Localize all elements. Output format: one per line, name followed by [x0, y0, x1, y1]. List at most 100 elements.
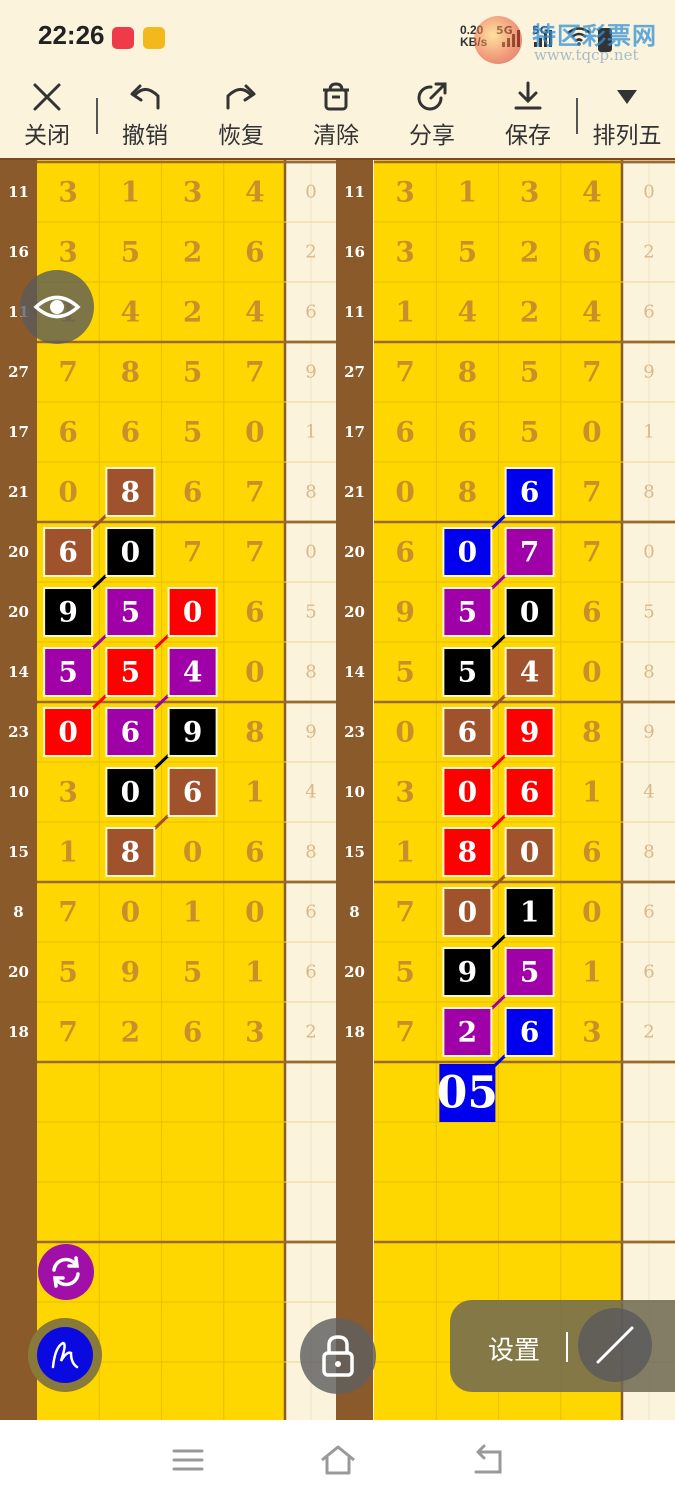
redo-button[interactable]: 恢复 — [206, 72, 276, 158]
tail-value: 6 — [643, 962, 654, 983]
digit-cell: 4 — [458, 296, 477, 329]
status-time: 22:26 — [38, 20, 105, 50]
highlighted-digit: 0 — [458, 896, 477, 929]
home-icon[interactable] — [318, 1442, 358, 1478]
digit-cell: 6 — [245, 836, 264, 869]
watermark-url: www.tqcp.net — [534, 46, 639, 64]
sum-value: 11 — [8, 183, 29, 201]
tail-value: 9 — [305, 722, 316, 743]
digit-cell: 2 — [183, 296, 202, 329]
highlighted-digit: 6 — [58, 536, 77, 569]
sum-value: 20 — [344, 603, 365, 621]
sum-value: 20 — [344, 543, 365, 561]
pen-icon — [596, 1326, 634, 1364]
digit-cell: 7 — [582, 356, 601, 389]
tail-value: 4 — [305, 782, 316, 803]
digit-cell: 5 — [58, 956, 77, 989]
sum-value: 11 — [344, 183, 365, 201]
highlighted-digit: 7 — [520, 536, 539, 569]
highlighted-digit: 2 — [458, 1016, 477, 1049]
sum-value: 11 — [344, 303, 365, 321]
draw-button-face — [37, 1327, 93, 1383]
digit-cell: 8 — [458, 356, 477, 389]
clear-button[interactable]: 清除 — [301, 72, 371, 158]
toolbar-divider — [576, 98, 578, 134]
highlighted-digit: 5 — [121, 596, 140, 629]
lock-button[interactable] — [300, 1318, 376, 1394]
toolbar-divider — [96, 98, 98, 134]
highlighted-digit: 4 — [520, 656, 539, 689]
sum-value: 21 — [344, 483, 365, 501]
tail-value: 0 — [643, 182, 654, 203]
digit-cell: 6 — [183, 1016, 202, 1049]
sum-value: 14 — [344, 663, 365, 681]
close-button[interactable]: 关闭 — [12, 72, 82, 158]
sum-value: 20 — [344, 963, 365, 981]
red-app-icon — [112, 27, 134, 49]
digit-cell: 2 — [121, 1016, 140, 1049]
highlighted-digit: 6 — [121, 716, 140, 749]
digit-cell: 0 — [245, 896, 264, 929]
tail-value: 2 — [305, 1022, 316, 1043]
digit-cell: 2 — [520, 296, 539, 329]
lottery-type-dropdown[interactable]: 排列五 — [584, 72, 670, 158]
digit-cell: 0 — [245, 656, 264, 689]
digit-cell: 3 — [395, 236, 414, 269]
digit-cell: 8 — [458, 476, 477, 509]
sum-value: 10 — [344, 783, 365, 801]
highlighted-digit: 6 — [458, 716, 477, 749]
tail-value: 2 — [643, 242, 654, 263]
tail-value: 9 — [643, 722, 654, 743]
digit-cell: 8 — [582, 716, 601, 749]
draw-mode-button[interactable] — [28, 1318, 102, 1392]
digit-cell: 6 — [58, 416, 77, 449]
clear-label: 清除 — [313, 123, 359, 149]
highlighted-digit: 6 — [520, 776, 539, 809]
digit-cell: 0 — [582, 656, 601, 689]
tail-value: 0 — [643, 542, 654, 563]
highlighted-digit: 5 — [458, 596, 477, 629]
watermark-logo: 特区彩票网 www.tqcp.net — [474, 14, 674, 64]
draw-icon — [51, 1341, 79, 1369]
save-button[interactable]: 保存 — [493, 72, 563, 158]
close-label: 关闭 — [24, 123, 70, 149]
lock-icon — [322, 1335, 354, 1377]
tail-value: 6 — [643, 302, 654, 323]
highlighted-digit: 0 — [121, 776, 140, 809]
sum-value: 20 — [8, 963, 29, 981]
menu-icon[interactable] — [168, 1442, 208, 1478]
sum-value: 16 — [8, 243, 29, 261]
refresh-button[interactable] — [38, 1244, 94, 1300]
download-icon — [514, 81, 542, 110]
tail-value: 1 — [643, 422, 654, 443]
digit-cell: 3 — [58, 776, 77, 809]
pen-tool-button[interactable] — [578, 1308, 652, 1382]
redo-icon — [226, 84, 256, 110]
undo-button[interactable]: 撤销 — [110, 72, 180, 158]
back-icon[interactable] — [468, 1442, 508, 1478]
chart-board[interactable]: 1116112717212020142310158201802691805894… — [0, 158, 675, 1420]
tail-value: 8 — [643, 482, 654, 503]
sum-value: 21 — [8, 483, 29, 501]
share-button[interactable]: 分享 — [397, 72, 467, 158]
highlighted-digit: 5 — [520, 956, 539, 989]
tail-value: 8 — [305, 662, 316, 683]
settings-button[interactable]: 设置 — [488, 1330, 540, 1367]
sum-value: 23 — [8, 723, 29, 741]
save-label: 保存 — [505, 123, 551, 149]
digit-cell: 5 — [520, 356, 539, 389]
eye-toggle-button[interactable] — [20, 270, 94, 344]
digit-cell: 3 — [395, 176, 414, 209]
digit-cell: 6 — [245, 236, 264, 269]
tail-value: 8 — [305, 482, 316, 503]
digit-cell: 6 — [582, 236, 601, 269]
digit-cell: 5 — [183, 356, 202, 389]
prediction-number: 05 — [437, 1068, 498, 1119]
highlighted-digit: 0 — [121, 536, 140, 569]
highlighted-digit: 9 — [58, 596, 77, 629]
tail-value: 6 — [305, 902, 316, 923]
highlighted-digit: 9 — [183, 716, 202, 749]
digit-cell: 4 — [582, 296, 601, 329]
digit-cell: 8 — [121, 356, 140, 389]
settings-divider — [566, 1332, 568, 1362]
